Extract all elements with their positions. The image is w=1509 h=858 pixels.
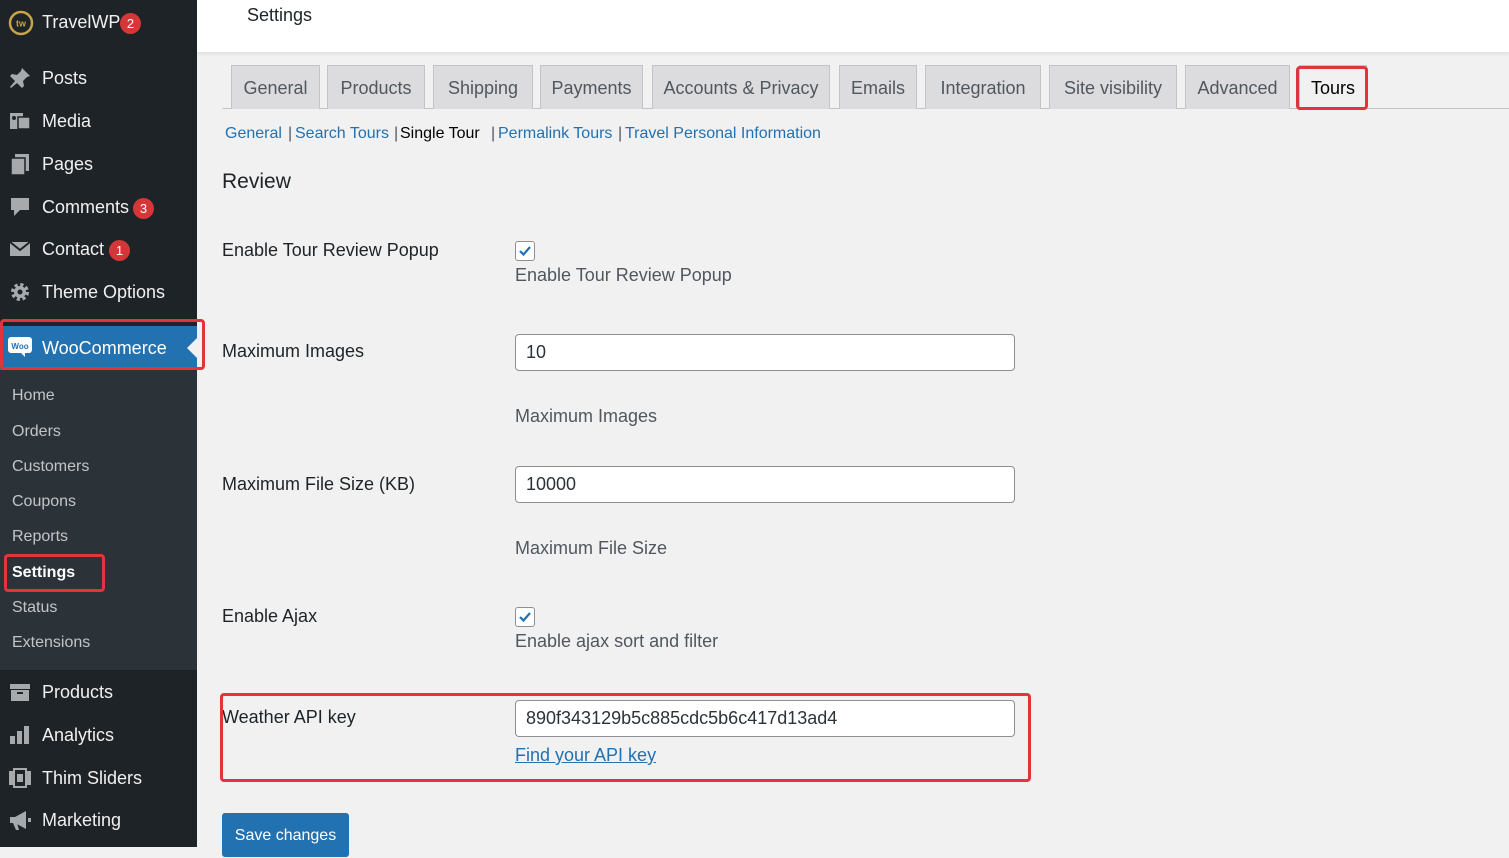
subnav-permalink-tours[interactable]: Permalink Tours [498, 123, 612, 145]
menu-item-analytics[interactable]: Analytics [0, 715, 197, 755]
tab-general[interactable]: General [231, 65, 320, 109]
menu-item-marketing[interactable]: Marketing [0, 800, 197, 840]
tab-site-visibility[interactable]: Site visibility [1049, 65, 1177, 109]
weather-api-input[interactable] [515, 700, 1015, 737]
tab-shipping[interactable]: Shipping [433, 65, 533, 109]
subnav-separator: | [491, 125, 496, 142]
contact-badge: 1 [109, 240, 130, 261]
menu-label: Pages [42, 154, 94, 174]
admin-sidebar: tw TravelWP 2 Posts Media Pages Comments… [0, 0, 205, 847]
pages-icon [8, 152, 32, 176]
menu-label: Theme Options [42, 282, 166, 302]
review-popup-description: Enable Tour Review Popup [515, 265, 732, 285]
menu-item-products[interactable]: Products [0, 672, 197, 712]
menu-label: Products [42, 682, 114, 702]
archive-icon [8, 680, 32, 704]
subnav-travel-personal-information[interactable]: Travel Personal Information [625, 123, 821, 145]
submenu-item-status[interactable]: Status [12, 597, 57, 619]
media-icon [8, 109, 32, 133]
menu-label: Thim Sliders [42, 768, 143, 788]
menu-item-pages[interactable]: Pages [0, 144, 197, 184]
submenu-item-extensions[interactable]: Extensions [12, 632, 90, 654]
review-popup-label: Enable Tour Review Popup [222, 240, 439, 260]
review-popup-checkbox[interactable] [515, 241, 535, 261]
site-title: TravelWP [42, 12, 121, 32]
site-title-item[interactable]: tw TravelWP 2 [0, 2, 197, 42]
weather-api-label: Weather API key [222, 707, 356, 727]
save-changes-button[interactable]: Save changes [222, 813, 349, 857]
subnav-separator: | [288, 125, 293, 142]
enable-ajax-description: Enable ajax sort and filter [515, 631, 719, 651]
subnav-search-tours[interactable]: Search Tours [295, 123, 389, 145]
submenu-item-reports[interactable]: Reports [12, 526, 68, 548]
menu-label: Analytics [42, 725, 115, 745]
comments-badge: 3 [133, 198, 154, 219]
menu-item-thim-sliders[interactable]: Thim Sliders [0, 758, 197, 798]
section-heading: Review [222, 170, 291, 193]
checkmark-icon [519, 612, 531, 623]
max-images-input[interactable] [515, 334, 1015, 371]
svg-text:Woo: Woo [11, 342, 28, 351]
menu-item-woocommerce[interactable]: Woo WooCommerce [0, 326, 197, 370]
menu-item-theme-options[interactable]: Theme Options [0, 272, 197, 312]
max-file-size-input[interactable] [515, 466, 1015, 503]
submenu-item-home[interactable]: Home [12, 385, 55, 407]
enable-ajax-label: Enable Ajax [222, 606, 318, 626]
menu-label: Posts [42, 68, 88, 88]
subnav-general[interactable]: General [225, 123, 282, 145]
subnav-separator: | [618, 125, 623, 142]
woocommerce-submenu: Home Orders Customers Coupons Reports Se… [0, 370, 197, 670]
tab-products[interactable]: Products [327, 65, 425, 109]
submenu-item-settings[interactable]: Settings [12, 562, 75, 584]
enable-ajax-checkbox[interactable] [515, 607, 535, 627]
tab-advanced[interactable]: Advanced [1185, 65, 1290, 109]
submenu-item-orders[interactable]: Orders [12, 421, 61, 443]
subnav-single-tour[interactable]: Single Tour [400, 123, 480, 145]
menu-label: Media [42, 111, 92, 131]
svg-text:tw: tw [16, 19, 27, 29]
megaphone-icon [8, 808, 32, 832]
woo-icon: Woo [7, 336, 33, 358]
find-api-key-link[interactable]: Find your API key [515, 745, 656, 766]
menu-label: Marketing [42, 810, 122, 830]
tab-integration[interactable]: Integration [925, 65, 1041, 109]
menu-label: Contact [42, 239, 105, 259]
gear-icon [8, 280, 32, 304]
page-header: Settings [197, 0, 1509, 52]
menu-item-posts[interactable]: Posts [0, 58, 197, 98]
envelope-icon [8, 237, 32, 261]
max-images-description: Maximum Images [515, 406, 658, 426]
menu-label: WooCommerce [42, 338, 167, 358]
bar-chart-icon [8, 723, 32, 747]
submenu-item-customers[interactable]: Customers [12, 456, 89, 478]
slides-icon [8, 766, 32, 790]
max-file-size-label: Maximum File Size (KB) [222, 474, 416, 494]
submenu-item-coupons[interactable]: Coupons [12, 491, 76, 513]
tab-emails[interactable]: Emails [839, 65, 917, 109]
checkmark-icon [519, 246, 531, 257]
tab-tours[interactable]: Tours [1299, 65, 1367, 109]
current-arrow-icon [187, 338, 197, 358]
pushpin-icon [8, 66, 32, 90]
menu-item-media[interactable]: Media [0, 101, 197, 141]
menu-item-comments[interactable]: Comments 3 [0, 187, 197, 227]
tab-accounts-privacy[interactable]: Accounts & Privacy [652, 65, 830, 109]
comment-icon [8, 195, 32, 219]
site-logo-icon: tw [8, 10, 34, 36]
subnav-separator: | [394, 125, 399, 142]
max-file-size-description: Maximum File Size [515, 538, 668, 558]
menu-item-contact[interactable]: Contact 1 [0, 229, 197, 269]
max-images-label: Maximum Images [222, 341, 365, 361]
tab-payments[interactable]: Payments [540, 65, 643, 109]
menu-label: Comments [42, 197, 130, 217]
updates-badge: 2 [120, 13, 141, 34]
page-title: Settings [247, 5, 313, 25]
